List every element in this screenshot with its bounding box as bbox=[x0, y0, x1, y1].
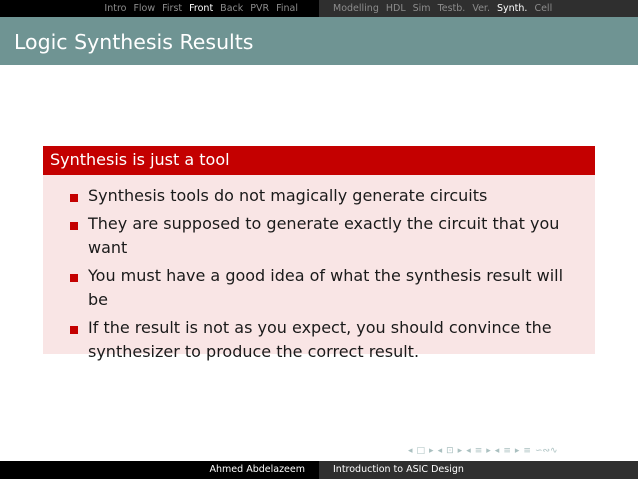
nav-item-back[interactable]: Back bbox=[220, 3, 243, 14]
subsection-icon[interactable]: ⊡ bbox=[446, 446, 454, 456]
block-title: Synthesis is just a tool bbox=[43, 146, 595, 175]
part-prev-icon[interactable]: ◂ bbox=[495, 446, 500, 456]
frame-title-bar: Logic Synthesis Results bbox=[0, 17, 638, 65]
nav-item-hdl[interactable]: HDL bbox=[386, 3, 406, 14]
bullet-square-icon bbox=[70, 194, 78, 202]
section-icon[interactable]: ≡ bbox=[475, 446, 483, 456]
nav-item-cell[interactable]: Cell bbox=[534, 3, 552, 14]
frame-title: Logic Synthesis Results bbox=[14, 30, 254, 54]
nav-item-testb[interactable]: Testb. bbox=[438, 3, 466, 14]
list-item-text: Synthesis tools do not magically generat… bbox=[88, 186, 488, 205]
nav-item-flow[interactable]: Flow bbox=[133, 3, 155, 14]
list-item: If the result is not as you expect, you … bbox=[70, 316, 587, 364]
frame-icon[interactable]: □ bbox=[417, 446, 426, 456]
content-block: Synthesis is just a tool Synthesis tools… bbox=[43, 146, 595, 361]
frame-next-icon[interactable]: ▸ bbox=[429, 446, 434, 456]
list-item: They are supposed to generate exactly th… bbox=[70, 212, 587, 260]
nav-item-synth[interactable]: Synth. bbox=[497, 3, 527, 14]
beamer-navigation-symbols: ◂ □ ▸ ◂ ⊡ ▸ ◂ ≡ ▸ ◂ ≡ ▸ ≡ ∽∾∿ bbox=[408, 446, 562, 456]
bullet-square-icon bbox=[70, 274, 78, 282]
section-next-icon[interactable]: ▸ bbox=[486, 446, 491, 456]
section-nav-left: Intro Flow First Front Back PVR Final bbox=[0, 0, 319, 17]
part-next-icon[interactable]: ▸ bbox=[515, 446, 520, 456]
bullet-square-icon bbox=[70, 222, 78, 230]
list-item: You must have a good idea of what the sy… bbox=[70, 264, 587, 312]
frame-prev-icon[interactable]: ◂ bbox=[408, 446, 413, 456]
list-item-text: You must have a good idea of what the sy… bbox=[88, 266, 564, 309]
list-item-text: They are supposed to generate exactly th… bbox=[88, 214, 560, 257]
bullet-list: Synthesis tools do not magically generat… bbox=[43, 175, 595, 364]
subsection-next-icon[interactable]: ▸ bbox=[458, 446, 463, 456]
nav-item-pvr[interactable]: PVR bbox=[250, 3, 269, 14]
nav-item-front[interactable]: Front bbox=[189, 3, 213, 14]
nav-item-intro[interactable]: Intro bbox=[104, 3, 126, 14]
nav-item-modelling[interactable]: Modelling bbox=[333, 3, 379, 14]
subsection-nav-right: Modelling HDL Sim Testb. Ver. Synth. Cel… bbox=[319, 0, 638, 17]
footer-title: Introduction to ASIC Design bbox=[319, 461, 638, 479]
footer: Ahmed Abdelazeem Introduction to ASIC De… bbox=[0, 461, 638, 479]
nav-item-first[interactable]: First bbox=[162, 3, 182, 14]
footer-author: Ahmed Abdelazeem bbox=[209, 464, 305, 475]
align-icon[interactable]: ≡ bbox=[523, 446, 531, 456]
list-item: Synthesis tools do not magically generat… bbox=[70, 184, 587, 208]
section-navigation: Intro Flow First Front Back PVR Final Mo… bbox=[0, 0, 638, 17]
bullet-square-icon bbox=[70, 326, 78, 334]
part-icon[interactable]: ≡ bbox=[503, 446, 511, 456]
nav-item-ver[interactable]: Ver. bbox=[472, 3, 490, 14]
subsection-prev-icon[interactable]: ◂ bbox=[438, 446, 443, 456]
list-item-text: If the result is not as you expect, you … bbox=[88, 318, 552, 361]
section-prev-icon[interactable]: ◂ bbox=[466, 446, 471, 456]
search-icon[interactable]: ∽∾∿ bbox=[535, 446, 558, 456]
nav-item-sim[interactable]: Sim bbox=[413, 3, 431, 14]
nav-item-final[interactable]: Final bbox=[276, 3, 298, 14]
